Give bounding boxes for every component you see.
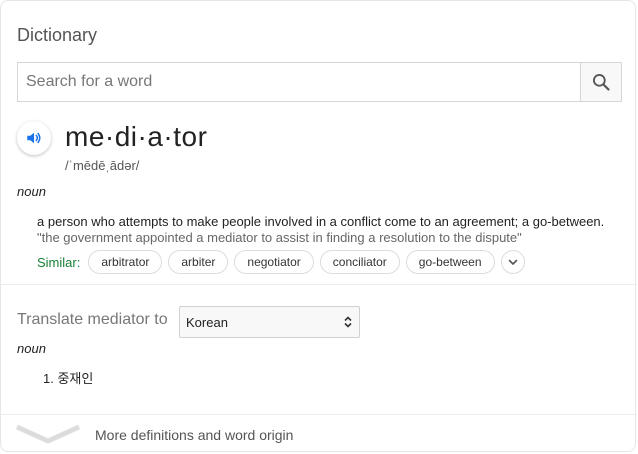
speaker-icon: [27, 132, 41, 144]
search-button[interactable]: [580, 63, 621, 101]
similar-chip-go-between[interactable]: go-between: [405, 250, 495, 274]
similar-chip-arbitrator[interactable]: arbitrator: [88, 250, 163, 274]
headword: me·di·a·tor: [65, 121, 208, 152]
language-select-value: Korean: [186, 314, 228, 330]
similar-chip-conciliator[interactable]: conciliator: [319, 250, 400, 274]
definition-text: a person who attempts to make people inv…: [37, 214, 605, 229]
dictionary-title: Dictionary: [17, 25, 98, 45]
search-box: [17, 62, 622, 102]
part-of-speech: noun: [17, 184, 46, 199]
chevron-down-icon: [508, 259, 517, 265]
pronunciation-button[interactable]: [17, 121, 51, 155]
translation-part-of-speech: noun: [17, 341, 46, 356]
translation-number: 1.: [43, 371, 54, 386]
language-select[interactable]: Korean: [179, 306, 360, 338]
example-text: "the government appointed a mediator to …: [37, 230, 522, 245]
dictionary-card: Dictionary me·di·a·tor /ˈmēdēˌādər/ noun…: [0, 0, 637, 453]
search-icon: [593, 74, 610, 91]
translate-label: Translate mediator to: [17, 311, 168, 328]
section-divider: [1, 284, 637, 285]
more-definitions-link[interactable]: More definitions and word origin: [1, 415, 637, 453]
select-arrows-icon: [344, 316, 352, 328]
similar-label: Similar:: [37, 254, 81, 270]
translation-text: 중재인: [57, 371, 94, 386]
similar-chip-arbiter[interactable]: arbiter: [168, 250, 229, 274]
similar-chip-negotiator[interactable]: negotiator: [234, 250, 314, 274]
phonetic-spelling: /ˈmēdēˌādər/: [65, 158, 140, 173]
chevron-down-icon: [15, 424, 81, 444]
more-definitions-label: More definitions and word origin: [95, 427, 294, 443]
translation-item: 1. 중재인: [43, 368, 93, 387]
expand-similar-button[interactable]: [500, 250, 525, 274]
similar-words: Similar: arbitrator arbiter negotiator c…: [37, 249, 525, 275]
search-input[interactable]: [18, 63, 583, 101]
